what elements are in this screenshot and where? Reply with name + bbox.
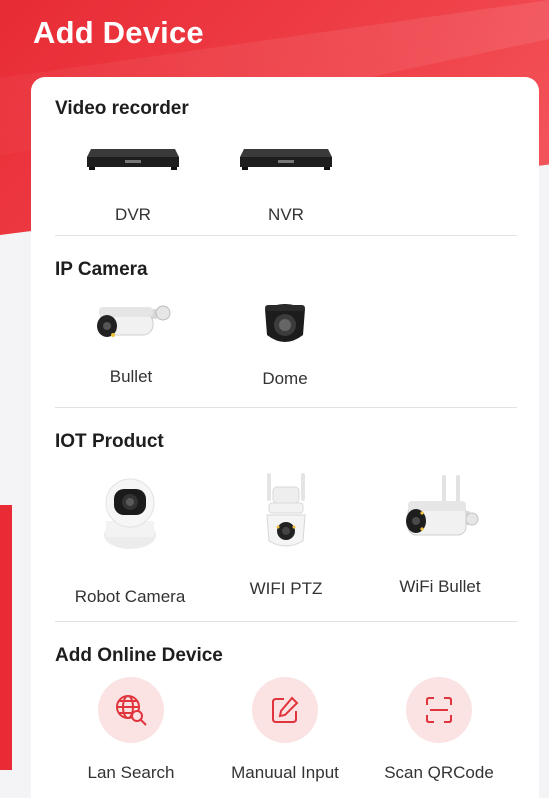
scan-qrcode-label: Scan QRCode <box>384 763 494 782</box>
manual-input-button[interactable]: Manuual Input <box>220 677 350 783</box>
globe-search-icon <box>116 695 147 726</box>
robot-camera-icon <box>104 478 156 549</box>
nvr-icon <box>240 149 332 170</box>
dvr-icon <box>87 149 179 170</box>
section-title-video-recorder: Video recorder <box>55 98 189 119</box>
edit-icon <box>272 696 299 723</box>
device-item-bullet[interactable]: Bullet <box>81 299 181 387</box>
scan-qrcode-icon-bg <box>406 677 472 743</box>
bullet-camera-icon <box>97 305 171 337</box>
section-title-ip-camera: IP Camera <box>55 259 148 280</box>
scan-qrcode-button[interactable]: Scan QRCode <box>374 677 504 783</box>
wifi-bullet-camera-icon <box>406 475 479 536</box>
dome-camera-icon <box>265 304 305 342</box>
manual-input-icon-bg <box>252 677 318 743</box>
lan-search-button[interactable]: Lan Search <box>66 677 196 783</box>
page-title: Add Device <box>33 15 204 50</box>
device-item-wifi-ptz[interactable]: WIFI PTZ <box>221 469 351 599</box>
lan-search-label: Lan Search <box>87 763 175 782</box>
device-item-dome[interactable]: Dome <box>235 297 335 389</box>
section-divider <box>55 621 517 622</box>
device-label-wifi-ptz: WIFI PTZ <box>249 579 323 598</box>
section-title-add-online-device: Add Online Device <box>55 645 223 666</box>
device-label-dvr: DVR <box>115 205 151 224</box>
device-label-bullet: Bullet <box>109 367 153 386</box>
device-item-nvr[interactable]: NVR <box>231 143 341 225</box>
device-item-dvr[interactable]: DVR <box>78 143 188 225</box>
section-divider <box>55 407 517 408</box>
device-label-nvr: NVR <box>268 205 304 224</box>
device-card: Video recorder DVR NVR IP Camera Bullet … <box>31 77 539 798</box>
device-item-robot-camera[interactable]: Robot Camera <box>65 475 195 607</box>
section-title-iot-product: IOT Product <box>55 431 164 452</box>
device-label-robot-camera: Robot Camera <box>74 587 186 606</box>
background-strip <box>0 505 12 770</box>
scan-icon <box>426 697 452 723</box>
device-label-dome: Dome <box>262 369 308 388</box>
lan-search-icon-bg <box>98 677 164 743</box>
device-label-wifi-bullet: WiFi Bullet <box>399 577 481 596</box>
manual-input-label: Manuual Input <box>231 763 339 782</box>
device-item-wifi-bullet[interactable]: WiFi Bullet <box>375 471 505 597</box>
section-divider <box>55 235 517 236</box>
wifi-ptz-camera-icon <box>266 473 306 547</box>
